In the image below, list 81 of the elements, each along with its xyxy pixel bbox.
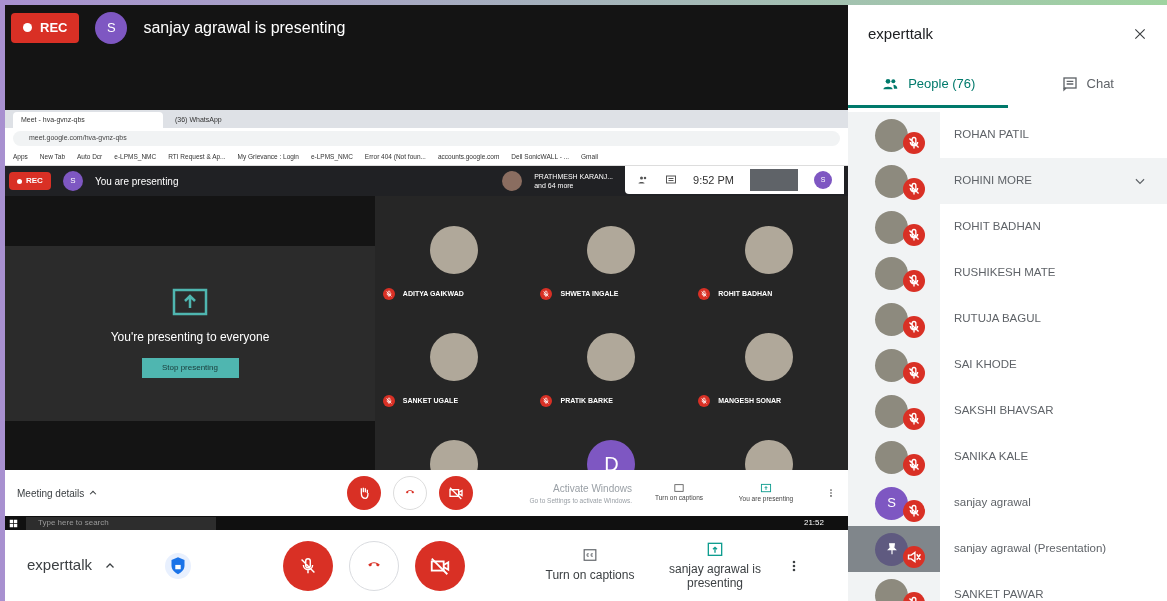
panel-title: experttalk: [868, 23, 934, 44]
mic-off-icon: [540, 288, 553, 300]
avatar-photo-placeholder: [429, 226, 478, 274]
mic-off-icon: [903, 454, 925, 476]
avatar-photo-placeholder: [587, 226, 636, 274]
avatar: S: [875, 486, 908, 520]
mic-off-icon: [382, 395, 395, 407]
presenter-label: sanjay agrawal is presenting: [143, 17, 346, 38]
captions-button[interactable]: Turn on captions: [535, 547, 645, 584]
clock-time: 9:52 PM: [693, 172, 734, 188]
chat-icon: [1060, 76, 1079, 92]
presentation-thumbnail: [750, 169, 798, 191]
mic-off-icon: [903, 362, 925, 384]
participant-name: ROHAN PATIL: [954, 127, 1030, 143]
avatar-photo-placeholder: [875, 256, 908, 290]
close-icon: [1133, 27, 1147, 41]
activation-title: Activate Windows: [553, 481, 632, 496]
presenting-message: You're presenting to everyone: [110, 329, 270, 346]
shield-lock-icon: [165, 552, 191, 579]
mic-off-icon: [903, 132, 925, 154]
participant-name: ROHIT BADHAN: [954, 219, 1042, 235]
mic-off-icon: [903, 270, 925, 292]
participant-name: SANIKA KALE: [954, 449, 1030, 465]
participant-name: RUSHIKESH MATE: [954, 265, 1057, 281]
avatar-photo-placeholder: [745, 333, 794, 381]
camera-off-icon: [448, 485, 464, 501]
close-button[interactable]: [1133, 27, 1147, 41]
participant-name: ROHINI MORE: [954, 173, 1033, 189]
participant-name: SANKET PAWAR: [954, 587, 1045, 601]
captions-icon: [581, 547, 599, 562]
stop-presenting-button[interactable]: Stop presenting: [141, 358, 239, 378]
present-screen-icon: [759, 482, 773, 494]
mic-off-icon: [903, 500, 925, 522]
chat-icon: [665, 174, 678, 186]
mic-off-icon: [903, 178, 925, 200]
avatar-photo-placeholder: [875, 302, 908, 336]
meeting-details-button[interactable]: Meeting details: [17, 485, 347, 501]
panel-tab[interactable]: Chat: [1007, 63, 1167, 108]
mic-off-icon: [698, 395, 711, 407]
presenting-button[interactable]: sanjay agrawal is presenting: [665, 541, 765, 590]
mic-off-icon: [382, 288, 395, 300]
presenter-label: You are presenting: [94, 174, 179, 189]
participant-name: sanjay agrawal (Presentation): [954, 541, 1108, 557]
clock-time: 21:52: [803, 517, 824, 529]
recording-badge: REC: [9, 172, 51, 190]
raise-hand-button[interactable]: [347, 476, 381, 510]
participant-name: SAI KHODE: [954, 357, 1018, 373]
avatar-photo-placeholder: [745, 226, 794, 274]
mic-off-icon: [903, 224, 925, 246]
present-screen-icon: [172, 288, 208, 316]
avatar-photo-placeholder: [587, 333, 636, 381]
avatar: S: [95, 11, 128, 44]
windows-logo-icon: [9, 518, 18, 528]
mic-off-button[interactable]: [283, 540, 333, 591]
avatar: S: [62, 171, 83, 191]
sound-off-icon: [903, 546, 925, 568]
participant-name: SAKSHI BHAVSAR: [954, 403, 1055, 419]
recording-badge: REC: [11, 12, 80, 43]
avatar-photo-placeholder: [875, 210, 908, 244]
captions-icon: [673, 483, 685, 494]
taskbar-search-field[interactable]: Type here to search: [26, 516, 216, 530]
camera-off-button[interactable]: [415, 540, 465, 591]
avatar-photo-placeholder: [875, 394, 908, 428]
meeting-name-button[interactable]: experttalk: [27, 554, 157, 577]
mic-off-icon: [903, 316, 925, 338]
panel-tab[interactable]: People (76): [848, 63, 1008, 108]
present-screen-icon: [705, 541, 725, 558]
mic-off-icon: [540, 395, 553, 407]
avatar-photo-placeholder: [875, 164, 908, 198]
camera-off-button[interactable]: [439, 476, 473, 510]
avatar-photo-placeholder: [429, 333, 478, 381]
participant-row[interactable]: ROHINI MORE: [848, 158, 1167, 204]
avatar-photo-placeholder: [875, 118, 908, 152]
mic-off-icon: [903, 408, 925, 430]
participant-name: RUTUJA BAGUL: [954, 311, 1042, 327]
avatar-photo-placeholder: [875, 348, 908, 382]
avatar-photo-placeholder: [502, 171, 523, 191]
mic-off-icon: [698, 288, 711, 300]
avatar-photo-placeholder: [875, 440, 908, 474]
chevron-up-icon: [88, 488, 99, 498]
participant-name: sanjay agrawal: [954, 495, 1032, 511]
